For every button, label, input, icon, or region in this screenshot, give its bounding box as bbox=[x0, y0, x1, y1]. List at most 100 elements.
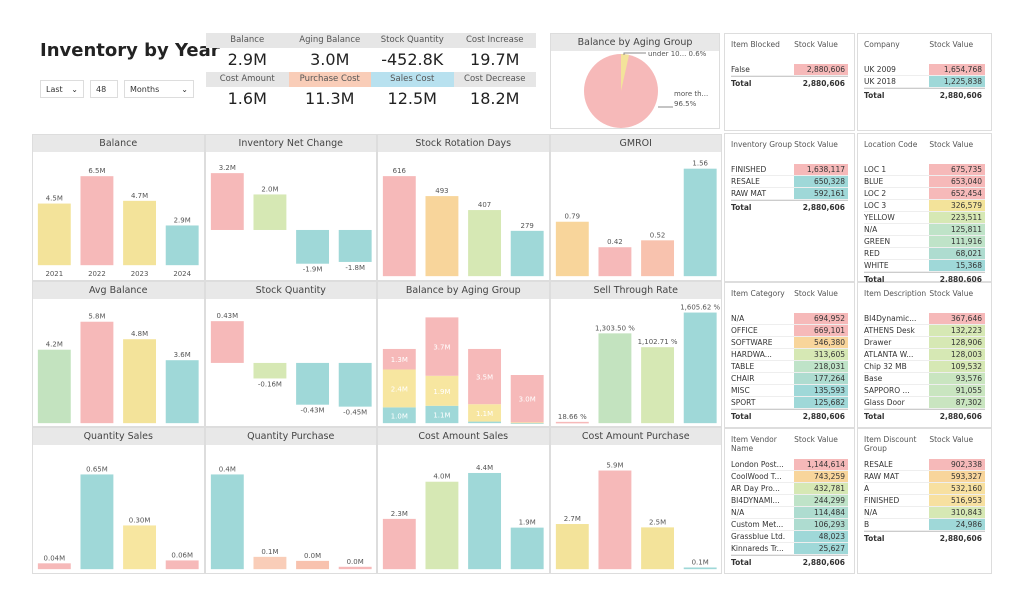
bar[interactable] bbox=[338, 567, 372, 570]
bar[interactable] bbox=[37, 203, 71, 266]
table-row[interactable]: N/A 310,843 bbox=[864, 507, 985, 519]
column-header[interactable]: Company bbox=[864, 40, 929, 60]
bar[interactable] bbox=[123, 525, 157, 570]
table-row[interactable]: SPORT 125,682 bbox=[731, 397, 848, 409]
bar[interactable] bbox=[640, 240, 674, 277]
table-row[interactable]: Glass Door 87,302 bbox=[864, 397, 985, 409]
table-row[interactable]: MISC 135,593 bbox=[731, 385, 848, 397]
bar[interactable] bbox=[510, 230, 544, 277]
bar[interactable] bbox=[597, 333, 631, 423]
table-row[interactable]: AR Day Pro... 432,781 bbox=[731, 483, 848, 495]
bar[interactable] bbox=[37, 349, 71, 423]
column-header[interactable]: Item Category bbox=[731, 289, 794, 309]
column-header-sorted[interactable]: Stock Value bbox=[929, 435, 973, 455]
bar[interactable] bbox=[210, 173, 244, 230]
bar[interactable] bbox=[555, 221, 589, 277]
bar[interactable] bbox=[123, 338, 157, 423]
bar[interactable] bbox=[382, 176, 416, 277]
period-unit-dropdown[interactable]: Months ⌄ bbox=[124, 80, 194, 98]
column-header-sorted[interactable]: Stock Value bbox=[929, 40, 973, 60]
table-row[interactable]: Grassblue Ltd. 48,023 bbox=[731, 531, 848, 543]
bar[interactable] bbox=[165, 225, 199, 266]
table-row[interactable]: RAW MAT 592,161 bbox=[731, 188, 848, 200]
table-row[interactable]: FINISHED 1,638,117 bbox=[731, 164, 848, 176]
bar[interactable] bbox=[37, 563, 71, 570]
column-header-sorted[interactable]: Stock Value bbox=[794, 435, 838, 455]
bar[interactable] bbox=[510, 527, 544, 570]
bar[interactable] bbox=[338, 362, 372, 407]
period-mode-dropdown[interactable]: Last ⌄ bbox=[40, 80, 84, 98]
column-header-sorted[interactable]: Stock Value bbox=[794, 40, 838, 60]
column-header[interactable]: Item Description bbox=[864, 289, 929, 309]
table-row[interactable]: False 2,880,606 bbox=[731, 64, 848, 76]
table-row[interactable]: YELLOW 223,511 bbox=[864, 212, 985, 224]
table-row[interactable]: Base 93,576 bbox=[864, 373, 985, 385]
bar[interactable] bbox=[640, 527, 674, 570]
table-row[interactable]: CHAIR 177,264 bbox=[731, 373, 848, 385]
bar[interactable] bbox=[382, 519, 416, 570]
column-header-sorted[interactable]: Stock Value bbox=[794, 289, 838, 309]
table-row[interactable]: B 24,986 bbox=[864, 519, 985, 531]
table-row[interactable]: BLUE 653,040 bbox=[864, 176, 985, 188]
bar[interactable] bbox=[683, 312, 717, 423]
bar[interactable] bbox=[295, 362, 329, 405]
table-row[interactable]: SOFTWARE 546,380 bbox=[731, 337, 848, 349]
column-header[interactable]: Item Discount Group bbox=[864, 435, 929, 455]
table-row[interactable]: GREEN 111,916 bbox=[864, 236, 985, 248]
bar-segment[interactable] bbox=[510, 422, 544, 424]
table-row[interactable]: London Post... 1,144,614 bbox=[731, 459, 848, 471]
column-header-sorted[interactable]: Stock Value bbox=[929, 140, 973, 160]
table-row[interactable]: SAPPORO ... 91,055 bbox=[864, 385, 985, 397]
bar[interactable] bbox=[252, 557, 286, 570]
bar[interactable] bbox=[597, 470, 631, 570]
bar[interactable] bbox=[80, 321, 114, 423]
table-row[interactable]: RED 68,021 bbox=[864, 248, 985, 260]
table-row[interactable]: A 532,160 bbox=[864, 483, 985, 495]
column-header[interactable]: Inventory Group bbox=[731, 140, 794, 160]
bar[interactable] bbox=[338, 229, 372, 262]
period-count-input[interactable]: 48 bbox=[90, 80, 118, 98]
bar-segment[interactable] bbox=[468, 421, 502, 423]
table-row[interactable]: ATLANTA W... 128,003 bbox=[864, 349, 985, 361]
bar[interactable] bbox=[295, 561, 329, 570]
table-row[interactable]: Drawer 128,906 bbox=[864, 337, 985, 349]
bar[interactable] bbox=[468, 210, 502, 277]
table-row[interactable]: ATHENS Desk 132,223 bbox=[864, 325, 985, 337]
table-row[interactable]: Custom Met... 106,293 bbox=[731, 519, 848, 531]
bar[interactable] bbox=[295, 229, 329, 264]
bar[interactable] bbox=[425, 482, 459, 570]
column-header[interactable]: Location Code bbox=[864, 140, 929, 160]
table-row[interactable]: UK 2009 1,654,768 bbox=[864, 64, 985, 76]
column-header-sorted[interactable]: Stock Value bbox=[929, 289, 973, 309]
bar[interactable] bbox=[425, 196, 459, 277]
column-header-sorted[interactable]: Stock Value bbox=[794, 140, 838, 160]
table-row[interactable]: HARDWA... 313,605 bbox=[731, 349, 848, 361]
table-row[interactable]: Kinnareds Tr... 25,627 bbox=[731, 543, 848, 555]
table-row[interactable]: BI4DYNAMI... 244,299 bbox=[731, 495, 848, 507]
bar[interactable] bbox=[555, 421, 589, 424]
bar[interactable] bbox=[165, 359, 199, 423]
bar[interactable] bbox=[210, 474, 244, 570]
table-row[interactable]: UK 2018 1,225,838 bbox=[864, 76, 985, 88]
bar[interactable] bbox=[252, 194, 286, 230]
bar[interactable] bbox=[252, 362, 286, 379]
bar[interactable] bbox=[165, 560, 199, 570]
table-row[interactable]: FINISHED 516,953 bbox=[864, 495, 985, 507]
bar[interactable] bbox=[80, 474, 114, 570]
bar[interactable] bbox=[640, 346, 674, 423]
bar-segment[interactable] bbox=[510, 422, 544, 423]
table-row[interactable]: WHITE 15,368 bbox=[864, 260, 985, 272]
bar[interactable] bbox=[683, 168, 717, 277]
table-row[interactable]: N/A 114,484 bbox=[731, 507, 848, 519]
table-row[interactable]: LOC 2 652,454 bbox=[864, 188, 985, 200]
table-row[interactable]: CoolWood T... 743,259 bbox=[731, 471, 848, 483]
table-row[interactable]: RESALE 902,338 bbox=[864, 459, 985, 471]
table-row[interactable]: LOC 1 675,735 bbox=[864, 164, 985, 176]
bar[interactable] bbox=[555, 524, 589, 570]
table-row[interactable]: TABLE 218,031 bbox=[731, 361, 848, 373]
table-row[interactable]: RESALE 650,328 bbox=[731, 176, 848, 188]
table-row[interactable]: RAW MAT 593,327 bbox=[864, 471, 985, 483]
column-header[interactable]: Item Vendor Name bbox=[731, 435, 794, 455]
bar[interactable] bbox=[468, 473, 502, 570]
table-row[interactable]: LOC 3 326,579 bbox=[864, 200, 985, 212]
